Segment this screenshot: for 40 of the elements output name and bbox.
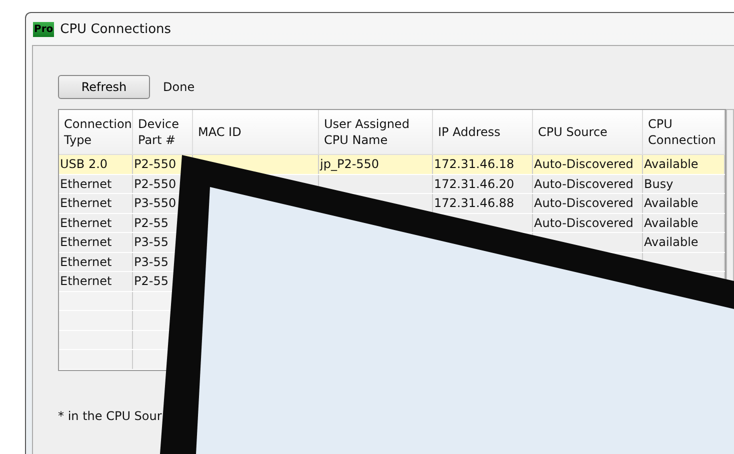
table-cell: Available <box>644 235 698 249</box>
table-row[interactable]: USB 2.0 P2-550 jp_P2-550 172.31.46.18 Auto-Discovered Available <box>59 155 725 174</box>
table-cell: Available <box>644 157 698 171</box>
column-header[interactable]: Device Part # <box>133 110 193 154</box>
table-cell: P2-55 <box>134 274 168 288</box>
table-cell: jp_P2-550 <box>320 157 380 171</box>
table-cell: Ethernet <box>60 274 112 288</box>
status-text: Done <box>163 80 195 94</box>
table-cell: Auto-Discovered <box>534 176 634 190</box>
column-header[interactable]: Connection Type <box>59 110 133 154</box>
table-cell: Auto-Discovered <box>534 157 634 171</box>
table-cell: USB 2.0 <box>60 157 108 171</box>
table-cell: Ethernet <box>60 254 112 268</box>
table-cell: P3-550 <box>134 196 176 210</box>
table-cell: Available <box>644 196 698 210</box>
table-cell: Auto-Discovered <box>534 196 634 210</box>
table-cell: Auto-Discovered <box>534 216 634 230</box>
table-cell: Ethernet <box>60 176 112 190</box>
app-logo: Pro <box>33 22 54 36</box>
table-cell: Ethernet <box>60 196 112 210</box>
table-cell: P2-55 <box>134 216 168 230</box>
table-cell: 172.31.46.18 <box>434 157 514 171</box>
table-cell: 172.31.46.88 <box>434 196 514 210</box>
window-title: CPU Connections <box>60 22 172 36</box>
table-cell: P2-550 <box>134 176 176 190</box>
table-cell: P3-55 <box>134 235 168 249</box>
column-header[interactable]: User Assigned CPU Name <box>319 110 433 154</box>
column-header[interactable]: IP Address <box>433 110 533 154</box>
column-header[interactable]: MAC ID <box>193 110 319 154</box>
table-cell: P3-55 <box>134 254 168 268</box>
table-cell: Ethernet <box>60 235 112 249</box>
table-cell: Ethernet <box>60 216 112 230</box>
table-cell: Busy <box>644 176 674 190</box>
refresh-button[interactable]: Refresh <box>58 75 150 99</box>
table-cell: Available <box>644 216 698 230</box>
column-header[interactable]: CPU Connection <box>643 110 725 154</box>
footnote-text: * in the CPU Sour <box>58 408 163 422</box>
table-cell: 172.31.46.20 <box>434 176 514 190</box>
column-header[interactable]: CPU Source <box>533 110 643 154</box>
table-cell: P2-550 <box>134 157 176 171</box>
